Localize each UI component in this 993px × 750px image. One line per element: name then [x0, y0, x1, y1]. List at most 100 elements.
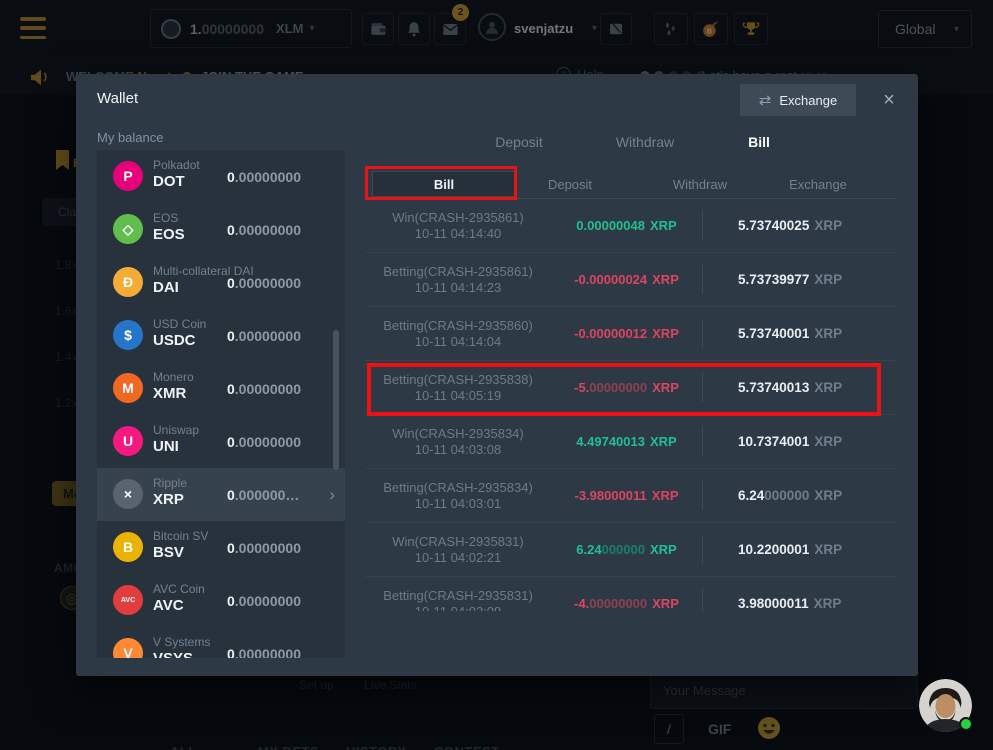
coin-logo-icon: U: [113, 426, 143, 456]
wallet-modal: Wallet ⇄ Exchange × My balance P Polkado…: [76, 74, 918, 676]
coin-list: P Polkadot DOT 0.00000000 ◇ EOS EOS 0.00…: [97, 150, 345, 658]
transaction-label: Betting(CRASH-2935831) 10-11 04:02:09: [365, 588, 551, 612]
coin-ticker: UNI: [153, 438, 179, 455]
transaction-row: Win(CRASH-2935831) 10-11 04:02:21 6.2400…: [365, 523, 897, 577]
transaction-amount: -4.00000000XRP: [551, 596, 702, 611]
coin-list-item[interactable]: V V Systems VSYS 0.00000000: [97, 627, 345, 658]
tab-withdraw[interactable]: Withdraw: [616, 134, 674, 150]
coin-ticker: AVC: [153, 597, 184, 614]
swap-icon: ⇄: [759, 91, 772, 109]
coin-name: Uniswap: [153, 423, 199, 437]
transaction-balance: 6.24000000XRP: [702, 488, 897, 503]
coin-name: V Systems: [153, 635, 210, 649]
coin-balance: 0.00000000: [227, 593, 301, 609]
transaction-label: Win(CRASH-2935831) 10-11 04:02:21: [365, 534, 551, 566]
profile-avatar[interactable]: [919, 679, 972, 732]
transaction-amount: 0.00000048XRP: [551, 218, 702, 233]
transaction-list: Win(CRASH-2935861) 10-11 04:14:40 0.0000…: [365, 199, 897, 611]
transaction-row: Betting(CRASH-2935831) 10-11 04:02:09 -4…: [365, 577, 897, 611]
transaction-row: Betting(CRASH-2935834) 10-11 04:03:01 -3…: [365, 469, 897, 523]
coin-logo-icon: B: [113, 532, 143, 562]
coin-ticker: DAI: [153, 279, 179, 296]
tab-deposit[interactable]: Deposit: [495, 134, 542, 150]
scrollbar-thumb[interactable]: [333, 330, 339, 470]
transaction-balance: 10.2200001XRP: [702, 542, 897, 557]
coin-ticker: BSV: [153, 544, 184, 561]
transaction-amount: -3.98000011XRP: [551, 488, 702, 503]
transaction-label: Betting(CRASH-2935838) 10-11 04:05:19: [365, 372, 551, 404]
tab-bill[interactable]: Bill: [748, 134, 770, 150]
transaction-row: Betting(CRASH-2935838) 10-11 04:05:19 -5…: [365, 361, 897, 415]
coin-list-item[interactable]: Ð Multi-collateral DAI DAI 0.00000000: [97, 256, 345, 309]
transaction-balance: 5.73739977XRP: [702, 272, 897, 287]
subtab-bill[interactable]: Bill: [372, 171, 516, 197]
transaction-label: Win(CRASH-2935861) 10-11 04:14:40: [365, 210, 551, 242]
exchange-button[interactable]: ⇄ Exchange: [740, 84, 856, 116]
transaction-label: Betting(CRASH-2935861) 10-11 04:14:23: [365, 264, 551, 296]
coin-balance: 0.00000000: [227, 381, 301, 397]
coin-name: AVC Coin: [153, 582, 205, 596]
coin-list-item[interactable]: × Ripple XRP 0.000000… ›: [97, 468, 345, 521]
transaction-balance: 5.73740025XRP: [702, 218, 897, 233]
app: 1.00000000 XLM ▾ 2 svenjatzu ▾ B: [0, 0, 993, 750]
transaction-amount: -5.00000000XRP: [551, 380, 702, 395]
subtab-withdraw[interactable]: Withdraw: [673, 177, 727, 192]
transaction-row: Win(CRASH-2935834) 10-11 04:03:08 4.4974…: [365, 415, 897, 469]
transaction-balance: 3.98000011XRP: [702, 596, 897, 611]
close-icon[interactable]: ×: [876, 87, 902, 113]
coin-ticker: USDC: [153, 332, 196, 349]
coin-balance: 0.00000000: [227, 275, 301, 291]
transaction-label: Win(CRASH-2935834) 10-11 04:03:08: [365, 426, 551, 458]
coin-logo-icon: $: [113, 320, 143, 350]
coin-balance: 0.000000…: [227, 487, 299, 503]
subtab-exchange[interactable]: Exchange: [789, 177, 847, 192]
coin-name: Monero: [153, 370, 194, 384]
coin-balance: 0.00000000: [227, 646, 301, 659]
transaction-label: Betting(CRASH-2935834) 10-11 04:03:01: [365, 480, 551, 512]
subtab-deposit[interactable]: Deposit: [548, 177, 592, 192]
coin-balance: 0.00000000: [227, 434, 301, 450]
coin-logo-icon: ◇: [113, 214, 143, 244]
coin-logo-icon: P: [113, 161, 143, 191]
coin-ticker: DOT: [153, 173, 185, 190]
coin-logo-icon: V: [113, 638, 143, 658]
coin-ticker: XRP: [153, 491, 184, 508]
coin-balance: 0.00000000: [227, 328, 301, 344]
transaction-row: Betting(CRASH-2935860) 10-11 04:14:04 -0…: [365, 307, 897, 361]
coin-list-item[interactable]: $ USD Coin USDC 0.00000000: [97, 309, 345, 362]
coin-name: Bitcoin SV: [153, 529, 208, 543]
transaction-balance: 10.7374001XRP: [702, 434, 897, 449]
modal-title: Wallet: [97, 90, 138, 107]
coin-list-item[interactable]: B Bitcoin SV BSV 0.00000000: [97, 521, 345, 574]
coin-list-item[interactable]: M Monero XMR 0.00000000: [97, 362, 345, 415]
transaction-row: Win(CRASH-2935861) 10-11 04:14:40 0.0000…: [365, 199, 897, 253]
transaction-amount: 6.24000000XRP: [551, 542, 702, 557]
coin-logo-icon: Ð: [113, 267, 143, 297]
coin-name: USD Coin: [153, 317, 206, 331]
coin-name: Polkadot: [153, 158, 200, 172]
coin-logo-icon: M: [113, 373, 143, 403]
coin-list-item[interactable]: ◇ EOS EOS 0.00000000: [97, 203, 345, 256]
my-balance-label: My balance: [97, 130, 163, 145]
transaction-amount: -0.00000024XRP: [551, 272, 702, 287]
coin-logo-icon: AVC: [113, 585, 143, 615]
coin-ticker: XMR: [153, 385, 186, 402]
transaction-label: Betting(CRASH-2935860) 10-11 04:14:04: [365, 318, 551, 350]
coin-list-item[interactable]: AVC AVC Coin AVC 0.00000000: [97, 574, 345, 627]
chevron-right-icon: ›: [329, 485, 335, 505]
coin-list-item[interactable]: U Uniswap UNI 0.00000000: [97, 415, 345, 468]
transaction-amount: -0.00000012XRP: [551, 326, 702, 341]
coin-ticker: EOS: [153, 226, 185, 243]
coin-balance: 0.00000000: [227, 540, 301, 556]
transaction-balance: 5.73740001XRP: [702, 326, 897, 341]
transaction-balance: 5.73740013XRP: [702, 380, 897, 395]
coin-name: Ripple: [153, 476, 187, 490]
transaction-row: Betting(CRASH-2935861) 10-11 04:14:23 -0…: [365, 253, 897, 307]
coin-name: EOS: [153, 211, 178, 225]
coin-balance: 0.00000000: [227, 222, 301, 238]
coin-ticker: VSYS: [153, 650, 193, 658]
coin-logo-icon: ×: [113, 479, 143, 509]
online-status-dot: [959, 717, 973, 731]
transaction-amount: 4.49740013XRP: [551, 434, 702, 449]
coin-list-item[interactable]: P Polkadot DOT 0.00000000: [97, 150, 345, 203]
